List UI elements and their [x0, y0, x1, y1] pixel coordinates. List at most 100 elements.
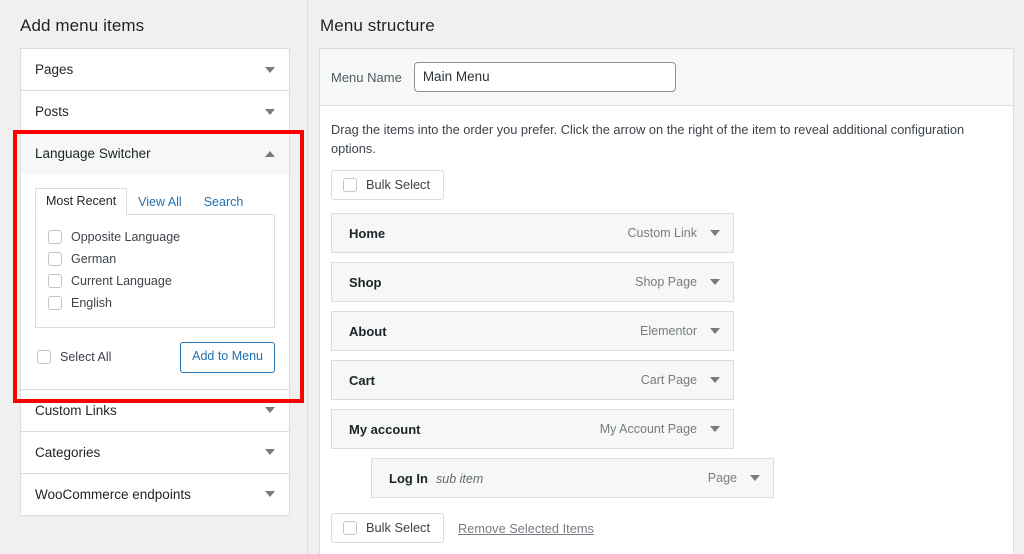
menu-item-title: About	[349, 324, 387, 339]
accordion-label-pages: Pages	[35, 62, 73, 77]
accordion-header-posts[interactable]: Posts	[21, 91, 289, 132]
accordion-section-woocommerce-endpoints: WooCommerce endpoints	[21, 474, 289, 515]
list-item[interactable]: English	[48, 292, 262, 314]
accordion-section-pages: Pages	[21, 49, 289, 91]
table-row[interactable]: About Elementor	[331, 311, 734, 351]
add-menu-items-title: Add menu items	[0, 0, 307, 36]
accordion-section-custom-links: Custom Links	[21, 390, 289, 432]
chevron-down-icon[interactable]	[265, 491, 275, 497]
menu-structure-body: Drag the items into the order you prefer…	[320, 106, 1013, 554]
chevron-down-icon[interactable]	[750, 475, 760, 481]
menu-item-sub-note: sub item	[436, 472, 483, 486]
language-switcher-body: Most Recent View All Search Opposite Lan…	[21, 174, 289, 389]
bulk-select-top[interactable]: Bulk Select	[331, 170, 444, 200]
menu-item-left: Log In sub item	[389, 471, 483, 486]
chevron-down-icon[interactable]	[710, 279, 720, 285]
bulk-select-bottom-label: Bulk Select	[366, 520, 430, 535]
checkbox-english[interactable]	[48, 296, 62, 310]
menu-item-type: Shop Page	[635, 275, 697, 289]
menu-item-title: Cart	[349, 373, 375, 388]
list-item[interactable]: Opposite Language	[48, 226, 262, 248]
bulk-select-top-label: Bulk Select	[366, 177, 430, 192]
chevron-up-icon[interactable]	[265, 151, 275, 157]
menu-item-left: Cart	[349, 373, 375, 388]
menu-item-type: Elementor	[640, 324, 697, 338]
remove-selected-items-link[interactable]: Remove Selected Items	[458, 521, 594, 536]
list-item-label: German	[71, 252, 116, 266]
menu-name-bar: Menu Name	[320, 49, 1013, 106]
checkbox-german[interactable]	[48, 252, 62, 266]
checkbox-select-all[interactable]	[37, 350, 51, 364]
chevron-down-icon[interactable]	[710, 377, 720, 383]
accordion-label-categories: Categories	[35, 445, 100, 460]
bulk-select-bottom[interactable]: Bulk Select	[331, 513, 444, 543]
table-row[interactable]: Home Custom Link	[331, 213, 734, 253]
checkbox-bulk-select-bottom[interactable]	[343, 521, 357, 535]
table-row[interactable]: Log In sub item Page	[371, 458, 774, 498]
menu-item-title: Log In	[389, 471, 428, 486]
tab-view-all[interactable]: View All	[127, 189, 193, 215]
language-switcher-footer: Select All Add to Menu	[35, 342, 275, 373]
list-item-label: English	[71, 296, 112, 310]
accordion-header-pages[interactable]: Pages	[21, 49, 289, 90]
menu-item-type: Page	[708, 471, 737, 485]
menu-item-type: Cart Page	[641, 373, 697, 387]
table-row[interactable]: Shop Shop Page	[331, 262, 734, 302]
tab-search[interactable]: Search	[193, 189, 255, 215]
menu-item-type: My Account Page	[600, 422, 697, 436]
add-to-menu-button[interactable]: Add to Menu	[180, 342, 275, 373]
chevron-down-icon[interactable]	[710, 426, 720, 432]
checkbox-bulk-select-top[interactable]	[343, 178, 357, 192]
menus-screen: Add menu items Pages Posts Language Sw	[0, 0, 1024, 554]
accordion-header-language-switcher[interactable]: Language Switcher	[21, 133, 289, 174]
menu-item-right: My Account Page	[600, 422, 720, 436]
menu-items-list: Home Custom Link Shop Shop Page	[331, 213, 997, 498]
accordion-header-custom-links[interactable]: Custom Links	[21, 390, 289, 431]
menu-item-right: Elementor	[640, 324, 720, 338]
menu-item-left: Home	[349, 226, 385, 241]
menu-item-title: Home	[349, 226, 385, 241]
table-row[interactable]: My account My Account Page	[331, 409, 734, 449]
menu-item-right: Cart Page	[641, 373, 720, 387]
menu-item-left: My account	[349, 422, 421, 437]
menu-name-input[interactable]	[414, 62, 676, 92]
chevron-down-icon[interactable]	[265, 67, 275, 73]
accordion-header-woocommerce-endpoints[interactable]: WooCommerce endpoints	[21, 474, 289, 515]
menu-item-type: Custom Link	[628, 226, 697, 240]
menu-item-title: My account	[349, 422, 421, 437]
accordion-section-language-switcher: Language Switcher Most Recent View All S…	[21, 133, 289, 390]
menu-item-right: Shop Page	[635, 275, 720, 289]
menu-item-title: Shop	[349, 275, 382, 290]
accordion-label-posts: Posts	[35, 104, 69, 119]
tab-most-recent[interactable]: Most Recent	[35, 188, 127, 215]
chevron-down-icon[interactable]	[710, 230, 720, 236]
chevron-down-icon[interactable]	[265, 109, 275, 115]
menu-structure-title: Menu structure	[309, 0, 1024, 36]
menu-item-right: Custom Link	[628, 226, 720, 240]
select-all-row[interactable]: Select All	[35, 350, 111, 364]
accordion-section-posts: Posts	[21, 91, 289, 133]
menu-item-left: Shop	[349, 275, 382, 290]
accordion-header-categories[interactable]: Categories	[21, 432, 289, 473]
table-row[interactable]: Cart Cart Page	[331, 360, 734, 400]
metabox-accordion: Pages Posts Language Switcher	[20, 48, 290, 516]
most-recent-list: Opposite Language German Current Languag…	[35, 214, 275, 328]
accordion-label-language-switcher: Language Switcher	[35, 146, 151, 161]
list-item[interactable]: Current Language	[48, 270, 262, 292]
add-menu-items-panel: Add menu items Pages Posts Language Sw	[0, 0, 308, 554]
language-switcher-tabs: Most Recent View All Search	[35, 188, 275, 214]
checkbox-opposite-language[interactable]	[48, 230, 62, 244]
menu-structure-box: Menu Name Drag the items into the order …	[319, 48, 1014, 554]
accordion-label-custom-links: Custom Links	[35, 403, 117, 418]
drag-hint-text: Drag the items into the order you prefer…	[331, 120, 997, 158]
chevron-down-icon[interactable]	[265, 449, 275, 455]
chevron-down-icon[interactable]	[265, 407, 275, 413]
checkbox-current-language[interactable]	[48, 274, 62, 288]
chevron-down-icon[interactable]	[710, 328, 720, 334]
menu-item-left: About	[349, 324, 387, 339]
accordion-section-categories: Categories	[21, 432, 289, 474]
menu-structure-footer: Bulk Select Remove Selected Items	[331, 513, 997, 543]
select-all-label: Select All	[60, 350, 111, 364]
list-item[interactable]: German	[48, 248, 262, 270]
accordion-label-woocommerce-endpoints: WooCommerce endpoints	[35, 487, 191, 502]
